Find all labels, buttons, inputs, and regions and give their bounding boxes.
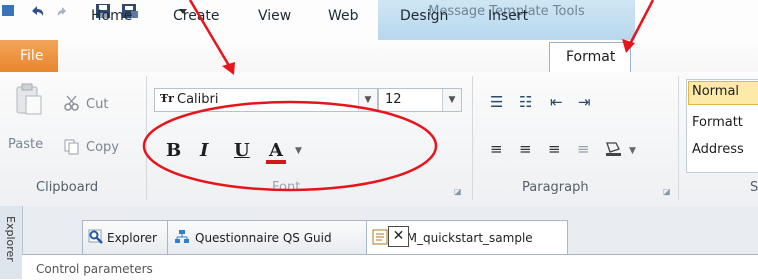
- group-separator: [472, 76, 473, 200]
- font-size-value: 12: [385, 92, 402, 107]
- shading-icon[interactable]: [604, 141, 624, 157]
- dialog-launcher-icon[interactable]: ◪: [454, 187, 462, 196]
- dialog-launcher-icon[interactable]: ◪: [663, 187, 671, 196]
- doc-tab-explorer[interactable]: Explorer: [82, 220, 168, 255]
- document-icon: [372, 229, 388, 245]
- section-title: Control parameters: [36, 262, 153, 276]
- align-left-icon[interactable]: ≡: [490, 140, 503, 158]
- doc-tab-label: Questionnaire QS Guid: [195, 231, 332, 245]
- chevron-down-icon[interactable]: ▼: [442, 89, 461, 111]
- tab-format-label: Format: [566, 49, 616, 65]
- tab-web[interactable]: Web: [328, 8, 359, 28]
- copy-button[interactable]: Copy: [86, 140, 119, 155]
- decrease-indent-icon[interactable]: ⇤: [550, 93, 563, 111]
- app-icon[interactable]: [0, 2, 16, 18]
- group-separator: [146, 76, 147, 200]
- explorer-panel-label: Explorer: [4, 216, 17, 262]
- styles-gallery[interactable]: Normal Formatt Address: [686, 79, 758, 173]
- tab-design[interactable]: Design: [400, 8, 448, 28]
- font-name-value: Calibri: [177, 92, 219, 107]
- cut-button[interactable]: Cut: [86, 97, 108, 112]
- content-pane: Control parameters: [22, 254, 758, 280]
- tab-home[interactable]: Home: [91, 8, 132, 28]
- styles-group-label: S: [750, 180, 758, 195]
- style-item[interactable]: Address: [692, 142, 744, 157]
- cut-icon[interactable]: [64, 95, 80, 111]
- paragraph-group-label: Paragraph: [522, 180, 589, 195]
- copy-icon[interactable]: [64, 139, 80, 155]
- font-size-combobox[interactable]: 12 ▼: [378, 88, 462, 112]
- redo-icon[interactable]: [56, 2, 70, 20]
- doc-tab-label: Explorer: [107, 231, 157, 245]
- explorer-side-panel[interactable]: Explorer: [0, 206, 23, 279]
- undo-icon[interactable]: [28, 2, 46, 20]
- group-separator: [678, 76, 679, 200]
- underline-button[interactable]: U: [234, 140, 250, 161]
- doc-tab-questionnaire[interactable]: Questionnaire QS Guid: [167, 220, 369, 255]
- bold-button[interactable]: B: [166, 140, 181, 161]
- italic-button[interactable]: I: [200, 140, 208, 161]
- clipboard-group-label: Clipboard: [36, 180, 99, 195]
- tab-create[interactable]: Create: [173, 8, 220, 28]
- ribbon-tab-row: [0, 40, 758, 73]
- truetype-icon: Ŧr: [160, 92, 174, 105]
- style-item[interactable]: Normal: [692, 84, 739, 99]
- numbering-icon[interactable]: ☷: [519, 93, 532, 111]
- style-item[interactable]: Formatt: [692, 115, 743, 130]
- font-group-label: Font: [272, 180, 301, 195]
- hierarchy-icon: [175, 230, 189, 243]
- doc-tab-label: eDM_quickstart_sample: [390, 231, 533, 245]
- chevron-down-icon[interactable]: ▼: [295, 146, 302, 156]
- paste-button[interactable]: Paste: [8, 137, 43, 152]
- tab-insert[interactable]: Insert: [488, 8, 528, 28]
- magnifier-icon: [88, 229, 103, 244]
- font-name-combobox[interactable]: Ŧr Calibri ▼: [154, 88, 378, 112]
- font-color-button[interactable]: A: [269, 140, 283, 161]
- bullets-icon[interactable]: ☰: [490, 93, 503, 111]
- justify-icon[interactable]: ≡: [577, 140, 590, 158]
- increase-indent-icon[interactable]: ⇥: [578, 93, 591, 111]
- chevron-down-icon[interactable]: ▼: [358, 89, 377, 111]
- close-icon[interactable]: ✕: [388, 226, 409, 247]
- tab-format[interactable]: Format: [549, 42, 631, 74]
- align-right-icon[interactable]: ≡: [548, 140, 561, 158]
- tab-view[interactable]: View: [258, 8, 291, 28]
- paste-icon[interactable]: [14, 82, 44, 116]
- align-center-icon[interactable]: ≡: [519, 140, 532, 158]
- tab-file[interactable]: File: [0, 40, 58, 72]
- font-color-icon: [266, 160, 286, 164]
- tab-file-label: File: [20, 48, 44, 64]
- chevron-down-icon[interactable]: ▼: [629, 146, 636, 156]
